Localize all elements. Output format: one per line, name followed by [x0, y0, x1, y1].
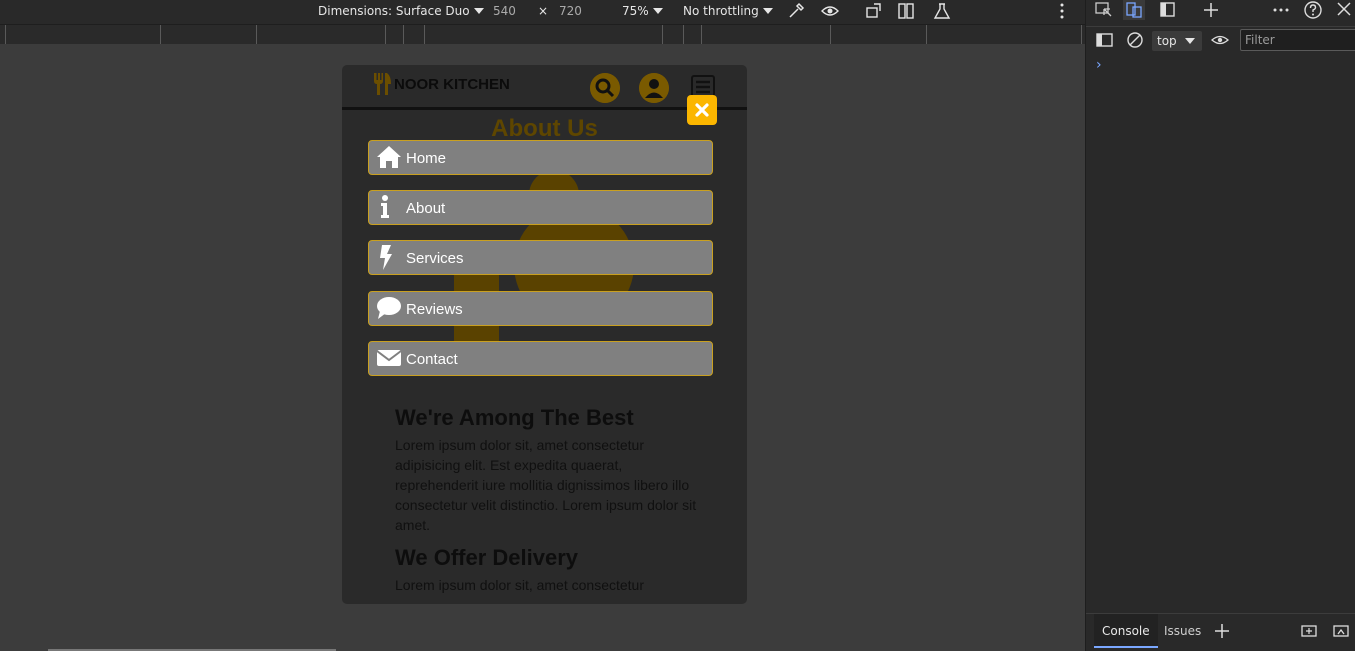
devtools-panel: top Filter › Console Issues [1085, 0, 1355, 651]
context-label: top [1157, 34, 1177, 48]
device-screen: NOOR KITCHEN About Us Home About Service… [342, 65, 747, 604]
chevron-down-icon [473, 8, 484, 14]
throttling-select[interactable]: No throttling [683, 2, 773, 20]
device-emulation-icon[interactable] [1123, 0, 1145, 20]
ruler-segment[interactable] [6, 25, 161, 44]
section-heading: We're Among The Best [395, 405, 634, 430]
close-drawer-icon[interactable] [1332, 623, 1350, 639]
user-icon[interactable] [639, 73, 669, 103]
menu-item-label: Reviews [406, 301, 463, 318]
console-prompt[interactable]: › [1096, 57, 1102, 73]
section-heading: We Offer Delivery [395, 545, 579, 570]
search-icon[interactable] [590, 73, 620, 103]
more-tools-icon[interactable] [1270, 0, 1292, 20]
dock-side-icon[interactable] [1157, 0, 1179, 20]
ruler-segment[interactable] [927, 25, 1082, 44]
zoom-select[interactable]: 75% [622, 2, 663, 20]
menu-item-contact[interactable]: Contact [368, 341, 713, 376]
live-expression-icon[interactable] [1211, 32, 1229, 48]
menu-item-services[interactable]: Services [368, 240, 713, 275]
drawer-tabbar: Console Issues [1086, 613, 1355, 651]
device-dimensions-label: Dimensions: Surface Duo [318, 4, 470, 18]
sidebar-toggle-icon[interactable] [1096, 32, 1114, 48]
tab-issues[interactable]: Issues [1156, 614, 1209, 648]
section-text: Lorem ipsum dolor sit, amet consectetur [395, 577, 644, 593]
add-drawer-tab-icon[interactable] [1214, 623, 1230, 639]
chevron-down-icon [762, 8, 773, 14]
close-devtools-icon[interactable] [1333, 0, 1355, 20]
tab-console[interactable]: Console [1094, 614, 1158, 648]
comment-icon [377, 297, 401, 319]
utensils-icon [374, 73, 391, 95]
rotate-icon[interactable] [865, 2, 883, 20]
eye-icon[interactable] [821, 2, 839, 20]
throttling-label: No throttling [683, 4, 759, 18]
times-label: × [538, 4, 549, 18]
menu-item-reviews[interactable]: Reviews [368, 291, 713, 326]
dual-screen-icon[interactable] [897, 2, 915, 20]
menu-item-about[interactable]: About [368, 190, 713, 225]
info-icon [381, 195, 389, 218]
home-icon [377, 146, 401, 168]
chevron-down-icon [1184, 38, 1195, 44]
ruler-segment[interactable] [404, 25, 425, 44]
eyedropper-icon[interactable] [787, 2, 805, 20]
context-select[interactable]: top [1152, 31, 1202, 51]
ruler-segment[interactable] [425, 25, 663, 44]
device-toolbar: Dimensions: Surface Duo 540 × 720 75% No… [0, 0, 1085, 24]
height-input[interactable]: 720 [559, 2, 582, 20]
more-options-icon[interactable] [1055, 2, 1069, 20]
close-menu-button[interactable] [687, 95, 717, 125]
site-logo[interactable]: NOOR KITCHEN [372, 72, 510, 96]
ruler-segment[interactable] [831, 25, 927, 44]
ruler-segment[interactable] [702, 25, 831, 44]
clear-console-icon[interactable] [1126, 31, 1144, 49]
dock-drawer-icon[interactable] [1300, 623, 1318, 639]
device-dimensions-select[interactable]: Dimensions: Surface Duo [318, 2, 484, 20]
menu-item-home[interactable]: Home [368, 140, 713, 175]
envelope-icon [376, 350, 402, 366]
menu-item-label: Contact [406, 351, 458, 368]
hamburger-icon [696, 80, 710, 94]
media-query-ruler [0, 24, 1085, 44]
ruler-segment[interactable] [386, 25, 404, 44]
zoom-label: 75% [622, 4, 649, 18]
flask-icon[interactable] [933, 2, 951, 20]
filter-input[interactable]: Filter [1240, 29, 1355, 51]
ruler-segment[interactable] [684, 25, 702, 44]
help-icon[interactable] [1302, 0, 1324, 20]
bolt-icon [380, 245, 392, 270]
menu-item-label: Services [406, 250, 464, 267]
ruler-segment[interactable] [161, 25, 257, 44]
logo-text: NOOR KITCHEN [394, 75, 510, 93]
width-input[interactable]: 540 [493, 2, 516, 20]
section-text: Lorem ipsum dolor sit, amet consectetur … [395, 437, 697, 533]
devtools-toolbar [1086, 0, 1355, 22]
about-content: We're Among The Best Lorem ipsum dolor s… [395, 405, 705, 604]
console-toolbar: top Filter [1086, 26, 1355, 52]
close-icon [695, 103, 709, 117]
emulation-viewport: NOOR KITCHEN About Us Home About Service… [0, 44, 1085, 651]
menu-item-label: Home [406, 150, 447, 167]
inspect-element-icon[interactable] [1093, 0, 1115, 20]
ruler-segment[interactable] [663, 25, 684, 44]
ruler-segment[interactable] [257, 25, 386, 44]
menu-item-label: About [406, 200, 446, 217]
add-tab-icon[interactable] [1200, 0, 1222, 20]
chevron-down-icon [652, 8, 663, 14]
